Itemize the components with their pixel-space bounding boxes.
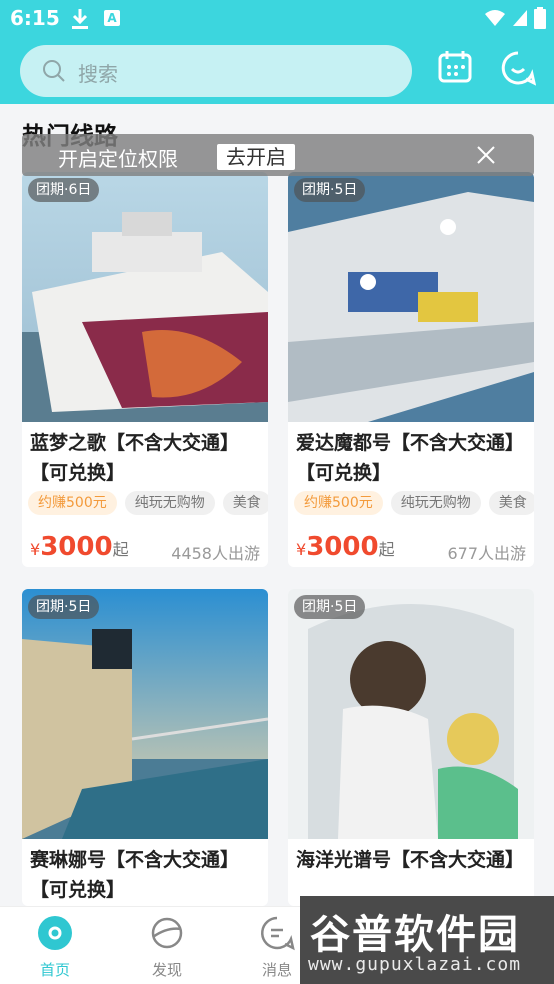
tag: 纯玩无购物 — [390, 491, 481, 515]
home-icon — [38, 916, 72, 950]
planet-icon — [151, 917, 183, 949]
travelers-count: 677人出游 — [447, 544, 526, 563]
trip-duration-badge: 团期·5日 — [294, 595, 366, 619]
trip-duration-badge: 团期·5日 — [28, 595, 100, 619]
cruise-photo — [22, 172, 268, 422]
watermark: 谷普软件园 www.gupuxlazai.com — [300, 896, 554, 984]
trip-duration-badge: 团期·5日 — [294, 178, 366, 202]
message-icon — [261, 916, 295, 951]
tag: 美食 — [488, 491, 534, 515]
route-card[interactable]: 团期·6日 蓝梦之歌【不含大交通】【可兑换】 约赚500元 纯玩无购物 美食 ¥30… — [22, 172, 268, 567]
price-value: 3000 — [40, 532, 113, 562]
currency-symbol: ¥ — [296, 540, 307, 559]
cruise-photo — [22, 589, 268, 839]
tag: 纯玩无购物 — [124, 491, 215, 515]
toast-message: 开启定位权限 — [58, 147, 178, 171]
price-value: 3000 — [306, 532, 379, 562]
main-content: 热门线路 团期·6日 蓝梦之歌【不含大交通】【可兑换】 约赚500元纯玩无购物美… — [0, 104, 554, 906]
route-card[interactable]: 团期·5日 海洋光谱号【不含大交通】 — [288, 589, 534, 906]
tag: 约赚500元 — [28, 491, 117, 515]
price-suffix: 起 — [378, 540, 395, 559]
cruise-photo — [288, 172, 534, 422]
tab-discover[interactable]: 发现 — [127, 915, 207, 980]
search-input[interactable]: 搜索 — [20, 45, 412, 97]
tab-label: 首页 — [39, 961, 70, 979]
close-icon[interactable] — [476, 145, 496, 169]
search-placeholder: 搜索 — [78, 62, 118, 86]
location-permission-toast: 开启定位权限 去开启 — [22, 134, 534, 176]
download-icon — [70, 8, 90, 34]
header: 搜索 — [0, 38, 554, 104]
watermark-title: 谷普软件园 — [310, 912, 520, 958]
price: ¥3000起 — [296, 532, 395, 562]
trip-duration-badge: 团期·6日 — [28, 178, 100, 202]
route-title: 蓝梦之歌【不含大交通】【可兑换】 — [30, 432, 240, 484]
currency-symbol: ¥ — [30, 540, 41, 559]
search-icon — [42, 59, 66, 87]
route-title: 赛琳娜号【不含大交通】【可兑换】 — [30, 849, 240, 901]
enable-location-button[interactable]: 去开启 — [217, 144, 295, 170]
travelers-count: 4458人出游 — [171, 544, 260, 563]
watermark-url: www.gupuxlazai.com — [308, 954, 522, 975]
signal-icon — [512, 9, 528, 31]
status-indicators — [484, 7, 546, 33]
chat-icon[interactable] — [500, 50, 537, 90]
route-card[interactable]: 团期·5日 爱达魔都号【不含大交通】【可兑换】 约赚500元 纯玩无购物 美食 ¥3… — [288, 172, 534, 567]
tag-list: 约赚500元 纯玩无购物 美食 — [28, 491, 268, 517]
price-suffix: 起 — [112, 540, 129, 559]
route-title: 海洋光谱号【不含大交通】 — [296, 849, 525, 871]
tab-home[interactable]: 首页 — [15, 915, 95, 980]
route-card[interactable]: 团期·5日 赛琳娜号【不含大交通】【可兑换】 — [22, 589, 268, 906]
tag-list: 约赚500元 纯玩无购物 美食 — [294, 491, 534, 517]
price: ¥3000起 — [30, 532, 129, 562]
tag: 约赚500元 — [294, 491, 383, 515]
app-notification-icon: A — [104, 10, 120, 26]
cruise-photo — [288, 589, 534, 839]
tag: 美食 — [222, 491, 268, 515]
calendar-icon[interactable] — [436, 48, 474, 90]
status-time: 6:15 — [10, 6, 60, 30]
wifi-icon — [484, 9, 506, 31]
status-bar: 6:15 A — [0, 0, 554, 38]
route-title: 爱达魔都号【不含大交通】【可兑换】 — [296, 432, 525, 484]
tab-label: 发现 — [151, 961, 182, 979]
battery-icon — [534, 7, 546, 33]
